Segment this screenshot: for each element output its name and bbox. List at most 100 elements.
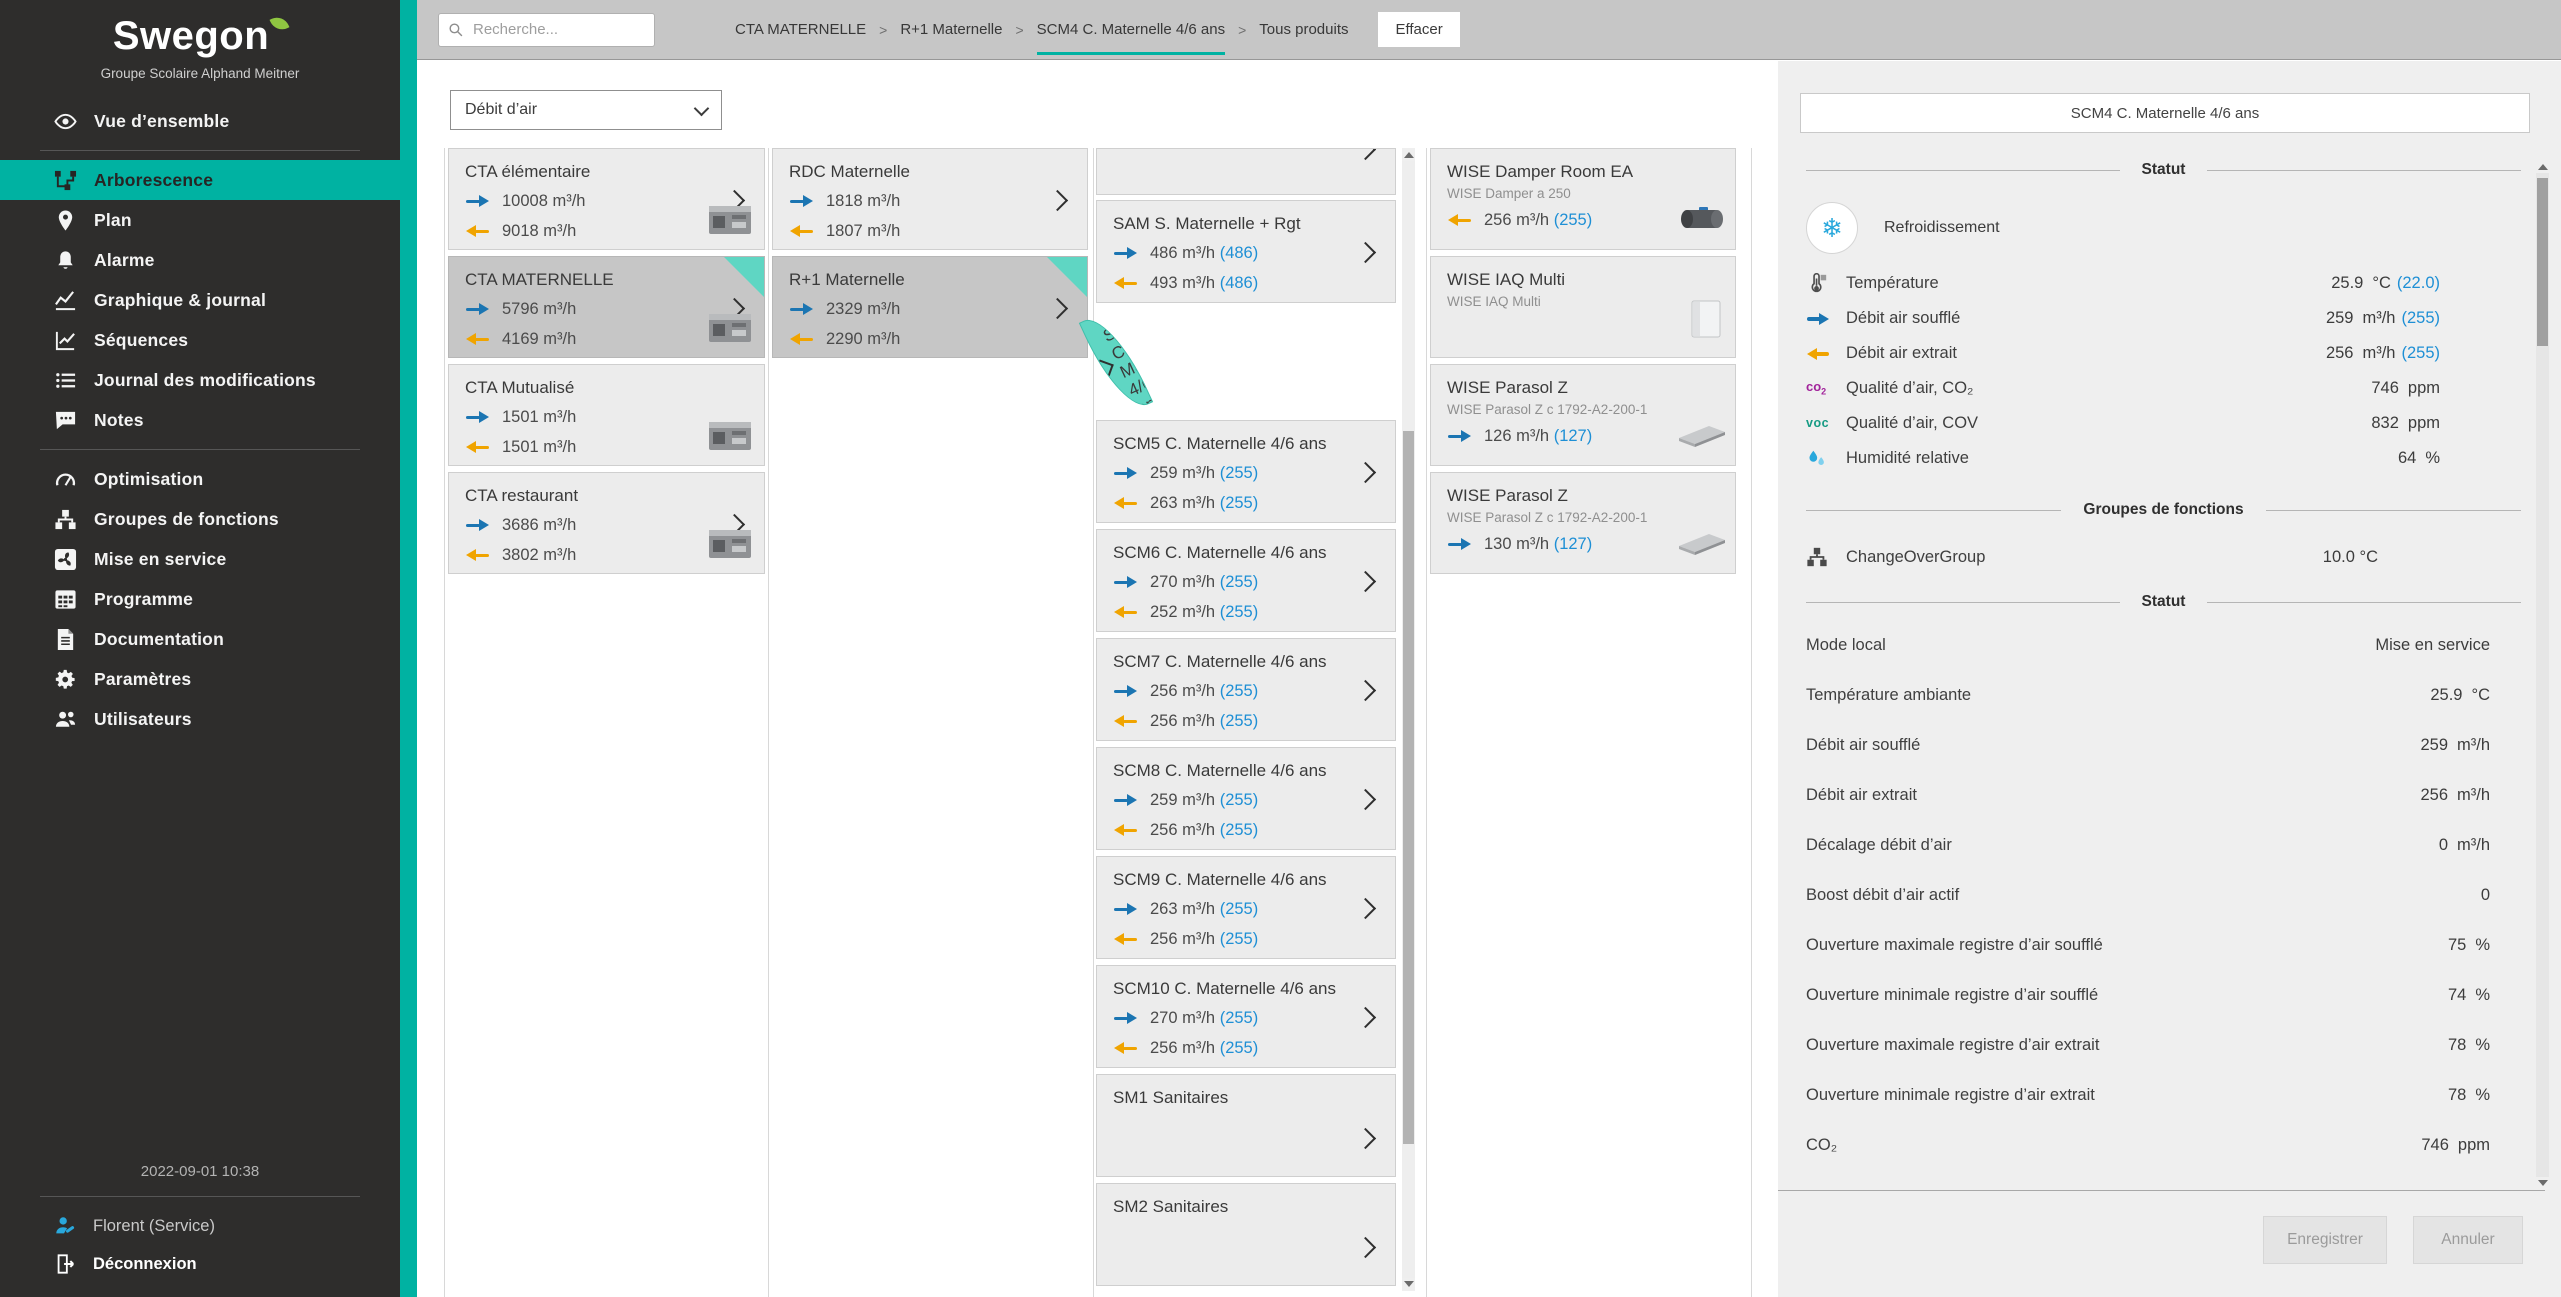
sidebar-item-sequences[interactable]: Séquences <box>0 320 400 360</box>
panel-row-qualite-d-air-cov: vocQualité d’air, COV832ppm <box>1806 406 2521 441</box>
sidebar-item-vue-d-ensemble[interactable]: Vue d’ensemble <box>0 101 400 141</box>
panel-body: Statut❄RefroidissementTempérature25.9°C(… <box>1778 160 2521 1190</box>
scroll-up-icon[interactable] <box>2538 164 2548 170</box>
sidebar-divider <box>40 1196 360 1197</box>
column-divider <box>1751 148 1752 1297</box>
search-box[interactable] <box>438 13 655 47</box>
sidebar-item-notes[interactable]: Notes <box>0 400 400 440</box>
card-sm2-sanitaires[interactable]: SM2 Sanitaires <box>1096 1183 1396 1286</box>
card-cta-elementaire[interactable]: CTA élémentaire10008 m³/h9018 m³/h <box>448 148 765 250</box>
sidebar-item-groupes-de-fonctions[interactable]: Groupes de fonctions <box>0 499 400 539</box>
extract-setpoint: (255) <box>1220 494 1259 512</box>
operating-mode: ❄Refroidissement <box>1806 202 2521 254</box>
breadcrumb-item-r-1-maternelle[interactable]: R+1 Maternelle <box>900 17 1002 42</box>
card-scm8-c-maternelle-4-6-ans[interactable]: SCM8 C. Maternelle 4/6 ans259 m³/h (255)… <box>1096 747 1396 850</box>
breadcrumb-item-scm4-c-maternelle-4-6-ans[interactable]: SCM4 C. Maternelle 4/6 ans <box>1037 17 1225 42</box>
supply-arrow-icon <box>1113 465 1138 481</box>
supply-flow-value: 270 m³/h (255) <box>1150 1009 1258 1028</box>
display-mode-select[interactable]: Débit d’air <box>450 90 722 130</box>
room-list-scrollbar[interactable] <box>1402 148 1415 1291</box>
scroll-down-icon[interactable] <box>2538 1180 2548 1186</box>
card-wise-damper-room-ea[interactable]: WISE Damper Room EAWISE Damper a 250256 … <box>1430 148 1736 250</box>
scrollbar-thumb[interactable] <box>2537 178 2548 346</box>
card-scm7-c-maternelle-4-6-ans[interactable]: SCM7 C. Maternelle 4/6 ans256 m³/h (255)… <box>1096 638 1396 741</box>
panel-row-debit-air-souffle: Débit air soufflé259m³/h(255) <box>1806 301 2521 336</box>
row-value: 74% <box>2448 986 2490 1005</box>
card-cta-maternelle[interactable]: CTA MATERNELLE5796 m³/h4169 m³/h <box>448 256 765 358</box>
extract-setpoint: (255) <box>1220 712 1259 730</box>
breadcrumb-item-tous-produits[interactable]: Tous produits <box>1259 17 1348 42</box>
sidebar-item-optimisation[interactable]: Optimisation <box>0 459 400 499</box>
row-label: Qualité d’air, COV <box>1846 414 1978 433</box>
sidebar-item-journal-des-modifications[interactable]: Journal des modifications <box>0 360 400 400</box>
supply-setpoint: (255) <box>1220 900 1259 918</box>
sidebar-item-programme[interactable]: Programme <box>0 579 400 619</box>
card-wise-parasol-z[interactable]: WISE Parasol ZWISE Parasol Z c 1792-A2-2… <box>1430 472 1736 574</box>
breadcrumb-item-cta-maternelle[interactable]: CTA MATERNELLE <box>735 17 866 42</box>
card-title: SCM10 C. Maternelle 4/6 ans <box>1113 979 1379 999</box>
accent-stripe <box>400 0 417 1297</box>
card-rdc-maternelle[interactable]: RDC Maternelle1818 m³/h1807 m³/h <box>772 148 1088 250</box>
extract-flow: 263 m³/h (255) <box>1113 492 1379 514</box>
card-wise-iaq-multi[interactable]: WISE IAQ MultiWISE IAQ Multi <box>1430 256 1736 358</box>
card-cta-mutualise[interactable]: CTA Mutualisé1501 m³/h1501 m³/h <box>448 364 765 466</box>
sidebar-item-mise-en-service[interactable]: Mise en service <box>0 539 400 579</box>
panel-scrollbar[interactable] <box>2536 160 2549 1190</box>
section-header: Statut <box>1806 160 2521 180</box>
card-scm9-c-maternelle-4-6-ans[interactable]: SCM9 C. Maternelle 4/6 ans263 m³/h (255)… <box>1096 856 1396 959</box>
timestamp: 2022-09-01 10:38 <box>0 1163 400 1180</box>
card-scm10-c-maternelle-4-6-ans[interactable]: SCM10 C. Maternelle 4/6 ans 270 m³/h (255… <box>1096 965 1396 1068</box>
extract-arrow-icon <box>1113 604 1138 620</box>
row-label: Humidité relative <box>1846 449 1969 468</box>
sidebar-item-graphique-journal[interactable]: Graphique & journal <box>0 280 400 320</box>
supply-arrow-icon <box>1113 574 1138 590</box>
save-button[interactable]: Enregistrer <box>2263 1216 2387 1264</box>
user-menu-item[interactable]: Florent (Service) <box>0 1207 400 1245</box>
sidebar-item-parametres[interactable]: Paramètres <box>0 659 400 699</box>
panel-row-ouverture-maximale-registre-d-air-souffle: Ouverture maximale registre d’air souffl… <box>1806 920 2521 970</box>
logout-icon <box>54 1253 76 1275</box>
sidebar-item-alarme[interactable]: Alarme <box>0 240 400 280</box>
content-area: Débit d’air CTA élémentaire10008 m³/h901… <box>417 61 2561 1297</box>
row-value: 746ppm <box>2371 379 2440 398</box>
panel-row-ouverture-minimale-registre-d-air-extrait: Ouverture minimale registre d’air extrai… <box>1806 1070 2521 1120</box>
sidebar-item-documentation[interactable]: Documentation <box>0 619 400 659</box>
extract-flow-value: 4169 m³/h <box>502 330 576 349</box>
row-label: Débit air soufflé <box>1846 309 1960 328</box>
sidebar-item-label: Groupes de fonctions <box>94 509 279 530</box>
blocks-dark-icon <box>1806 545 1836 569</box>
tree-icon <box>54 169 77 192</box>
clear-selection-button[interactable]: Effacer <box>1378 12 1459 47</box>
panel-row-humidite-relative: Humidité relative64% <box>1806 441 2521 476</box>
supply-flow-value: 259 m³/h (255) <box>1150 464 1258 483</box>
topbar: CTA MATERNELLE>R+1 Maternelle>SCM4 C. Ma… <box>417 0 2561 60</box>
card-cta-restaurant[interactable]: CTA restaurant3686 m³/h3802 m³/h <box>448 472 765 574</box>
scroll-up-icon[interactable] <box>1404 152 1414 158</box>
scroll-down-icon[interactable] <box>1404 1281 1414 1287</box>
card-partial[interactable] <box>1096 148 1396 195</box>
extract-setpoint: (255) <box>1220 821 1259 839</box>
cancel-button[interactable]: Annuler <box>2413 1216 2523 1264</box>
sidebar-item-plan[interactable]: Plan <box>0 200 400 240</box>
card-sm1-sanitaires[interactable]: SM1 Sanitaires <box>1096 1074 1396 1177</box>
card-wise-parasol-z[interactable]: WISE Parasol ZWISE Parasol Z c 1792-A2-2… <box>1430 364 1736 466</box>
sidebar-item-arborescence[interactable]: Arborescence <box>0 160 400 200</box>
card-r-1-maternelle[interactable]: R+1 Maternelle2329 m³/h2290 m³/h <box>772 256 1088 358</box>
sidebar-item-utilisateurs[interactable]: Utilisateurs <box>0 699 400 739</box>
search-input[interactable] <box>471 20 646 39</box>
notes-icon <box>54 409 77 432</box>
logout-button[interactable]: Déconnexion <box>0 1245 400 1283</box>
extract-arrow-icon <box>789 223 814 239</box>
card-sam-s-maternelle-rgt[interactable]: SAM S. Maternelle + Rgt486 m³/h (486)493… <box>1096 200 1396 303</box>
card-title: CTA élémentaire <box>465 162 748 182</box>
card-scm4-c-maternelle-4-6-ans[interactable]: SCM4 C. Maternelle 4/6 ans259 m³/h (255)… <box>1079 309 1153 417</box>
column-ahu-list: CTA élémentaire10008 m³/h9018 m³/hCTA MA… <box>448 148 765 580</box>
extract-arrow-icon <box>1113 931 1138 947</box>
card-title: SCM7 C. Maternelle 4/6 ans <box>1113 652 1379 672</box>
card-scm5-c-maternelle-4-6-ans[interactable]: SCM5 C. Maternelle 4/6 ans259 m³/h (255)… <box>1096 420 1396 523</box>
card-scm6-c-maternelle-4-6-ans[interactable]: SCM6 C. Maternelle 4/6 ans270 m³/h (255)… <box>1096 529 1396 632</box>
panel-row-co: CO₂746ppm <box>1806 1120 2521 1170</box>
extract-flow: 1501 m³/h <box>465 436 748 458</box>
card-title: SM1 Sanitaires <box>1113 1088 1379 1108</box>
scrollbar-thumb[interactable] <box>1403 431 1414 1144</box>
